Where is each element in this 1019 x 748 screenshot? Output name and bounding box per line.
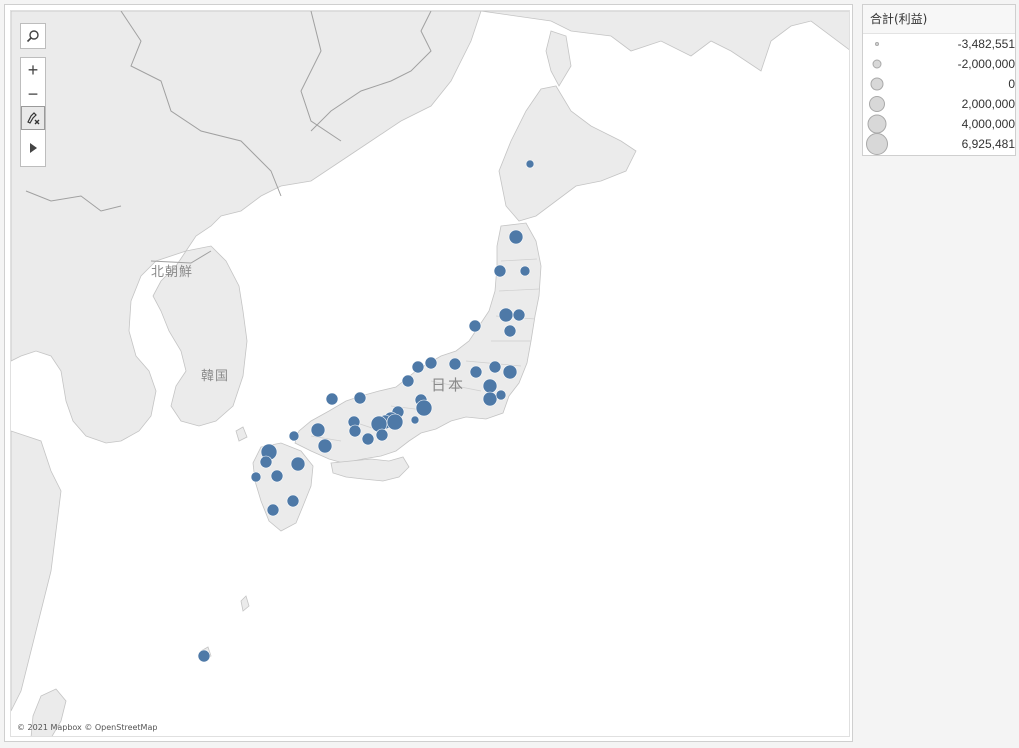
expand-toolbar-button[interactable] xyxy=(21,136,45,160)
profit-marker[interactable] xyxy=(468,319,482,333)
pan-select-button[interactable] xyxy=(21,106,45,130)
label-north-korea: 北朝鮮 xyxy=(151,265,194,280)
profit-marker[interactable] xyxy=(375,428,389,442)
profit-marker[interactable] xyxy=(503,324,517,338)
profit-marker[interactable] xyxy=(493,264,507,278)
legend-size-dot xyxy=(875,42,879,46)
profit-marker[interactable] xyxy=(250,471,262,483)
label-south-korea: 韓国 xyxy=(201,369,230,384)
profit-marker[interactable] xyxy=(424,356,438,370)
profit-marker[interactable] xyxy=(266,503,280,517)
legend-row[interactable]: -3,482,551 xyxy=(863,34,1015,54)
profit-marker[interactable] xyxy=(286,494,300,508)
legend-row[interactable]: 0 xyxy=(863,74,1015,94)
profit-marker[interactable] xyxy=(482,391,498,407)
profit-marker[interactable] xyxy=(512,308,526,322)
map-zoom-controls: + − xyxy=(20,57,46,167)
profit-marker[interactable] xyxy=(448,357,462,371)
profit-marker[interactable] xyxy=(317,438,333,454)
map-attribution: © 2021 Mapbox © OpenStreetMap xyxy=(17,723,158,732)
profit-marker[interactable] xyxy=(508,229,524,245)
profit-marker[interactable] xyxy=(288,430,300,442)
size-legend: 合計(利益) -3,482,551 -2,000,000 0 2,000,000… xyxy=(862,4,1016,156)
profit-marker[interactable] xyxy=(310,422,326,438)
legend-row[interactable]: 6,925,481 xyxy=(863,133,1015,155)
profit-marker[interactable] xyxy=(502,364,518,380)
profit-marker[interactable] xyxy=(361,432,375,446)
profit-marker[interactable] xyxy=(482,378,498,394)
zoom-in-button[interactable]: + xyxy=(21,58,45,82)
legend-value: 6,925,481 xyxy=(961,137,1015,151)
legend-row[interactable]: 2,000,000 xyxy=(863,94,1015,114)
profit-marker[interactable] xyxy=(353,391,367,405)
legend-title: 合計(利益) xyxy=(863,5,1015,34)
pin-icon xyxy=(27,112,40,125)
zoom-out-button[interactable]: − xyxy=(21,82,45,106)
profit-marker[interactable] xyxy=(348,424,362,438)
map-search-control[interactable] xyxy=(20,23,46,49)
legend-value: -3,482,551 xyxy=(957,37,1015,51)
profit-marker[interactable] xyxy=(498,307,514,323)
profit-marker[interactable] xyxy=(401,374,415,388)
profit-marker[interactable] xyxy=(525,159,535,169)
legend-rows: -3,482,551 -2,000,000 0 2,000,000 4,000,… xyxy=(863,34,1015,155)
legend-size-dot xyxy=(867,114,887,134)
profit-marker[interactable] xyxy=(519,265,531,277)
legend-row[interactable]: 4,000,000 xyxy=(863,114,1015,134)
profit-marker[interactable] xyxy=(410,415,420,425)
search-icon[interactable] xyxy=(21,24,45,48)
profit-marker[interactable] xyxy=(197,649,211,663)
legend-value: 0 xyxy=(1008,77,1015,91)
map-area[interactable]: 北朝鮮 韓国 日本 + − © 2021 Mapbox © OpenStreet… xyxy=(10,10,850,737)
profit-marker[interactable] xyxy=(495,389,507,401)
profit-marker[interactable] xyxy=(259,455,273,469)
play-icon xyxy=(30,143,37,153)
legend-row[interactable]: -2,000,000 xyxy=(863,54,1015,74)
profit-marker[interactable] xyxy=(325,392,339,406)
profit-marker[interactable] xyxy=(415,399,433,417)
legend-size-dot xyxy=(866,133,888,155)
legend-value: 2,000,000 xyxy=(961,97,1015,111)
minus-icon: − xyxy=(27,84,39,104)
profit-marker[interactable] xyxy=(290,456,306,472)
legend-size-dot xyxy=(869,96,885,112)
profit-marker[interactable] xyxy=(469,365,483,379)
label-japan: 日本 xyxy=(431,376,466,394)
legend-size-dot xyxy=(870,77,884,91)
plus-icon: + xyxy=(27,60,39,80)
legend-size-dot xyxy=(872,59,882,69)
legend-value: -2,000,000 xyxy=(957,57,1015,71)
profit-marker[interactable] xyxy=(411,360,425,374)
profit-marker[interactable] xyxy=(386,413,404,431)
legend-value: 4,000,000 xyxy=(961,117,1015,131)
profit-marker[interactable] xyxy=(270,469,284,483)
profit-marker[interactable] xyxy=(488,360,502,374)
